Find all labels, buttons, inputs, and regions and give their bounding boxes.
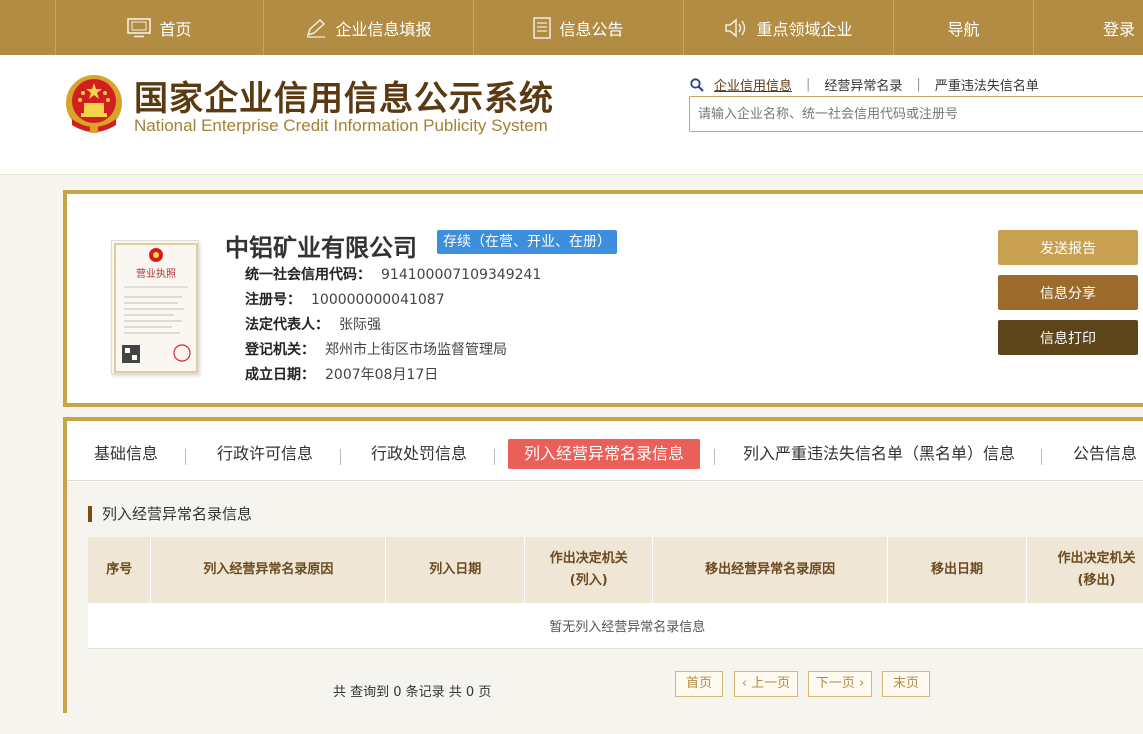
pager-next-label: 下一页 bbox=[815, 676, 855, 691]
nav-label-notice: 信息公告 bbox=[559, 19, 624, 39]
field-label: 成立日期： bbox=[245, 367, 315, 383]
abnormal-list-table: 序号 列入经营异常名录原因 列入日期 作出决定机关 (列入) 移出经营异常名录原… bbox=[88, 537, 1143, 649]
nav-item-report[interactable]: 企业信息填报 bbox=[264, 0, 474, 55]
field-value: 张际强 bbox=[339, 317, 381, 333]
nav-spacer bbox=[0, 0, 56, 55]
tab-bar: 基础信息 行政许可信息 行政处罚信息 列入经营异常名录信息 列入严重违法失信名单… bbox=[67, 421, 1143, 481]
nav-item-key-sectors[interactable]: 重点领域企业 bbox=[684, 0, 894, 55]
license-title: 营业执照 bbox=[136, 267, 176, 280]
field-label: 法定代表人： bbox=[245, 317, 329, 333]
field-value: 郑州市上街区市场监督管理局 bbox=[325, 342, 507, 358]
nav-label-report: 企业信息填报 bbox=[335, 19, 432, 39]
top-nav: 首页 企业信息填报 信息公告 重点领域企业 导航 登录 注 bbox=[0, 0, 1143, 55]
send-report-button[interactable]: 发送报告 bbox=[998, 230, 1138, 265]
column-header: 序号 bbox=[88, 537, 152, 603]
info-row-authority: 登记机关： 郑州市上街区市场监督管理局 bbox=[245, 339, 507, 359]
site-title-cn: 国家企业信用信息公示系统 bbox=[134, 79, 554, 119]
column-header: 移出经营异常名录原因 bbox=[652, 537, 889, 603]
speaker-icon bbox=[724, 17, 748, 38]
field-label: 登记机关： bbox=[245, 342, 315, 358]
info-row-established: 成立日期： 2007年08月17日 bbox=[245, 364, 438, 384]
tab-admin-license[interactable]: 行政许可信息 bbox=[217, 439, 313, 469]
nav-item-home[interactable]: 首页 bbox=[56, 0, 264, 55]
tab-divider bbox=[185, 449, 186, 465]
nav-item-notice[interactable]: 信息公告 bbox=[474, 0, 684, 55]
column-header: 作出决定机关 (列入) bbox=[524, 537, 654, 603]
search-icon bbox=[690, 77, 704, 92]
nav-label-login: 登录 bbox=[1102, 19, 1135, 39]
divider: | bbox=[916, 77, 921, 92]
tab-divider bbox=[1041, 449, 1042, 465]
tab-blacklist[interactable]: 列入严重违法失信名单（黑名单）信息 bbox=[743, 439, 1015, 469]
license-image-icon: 营业执照 bbox=[114, 243, 198, 373]
tab-divider bbox=[714, 449, 715, 465]
nav-label-navigation: 导航 bbox=[947, 19, 980, 39]
table-row: 暂无列入经营异常名录信息 bbox=[88, 603, 1143, 649]
business-license-thumbnail[interactable]: 营业执照 bbox=[111, 240, 199, 374]
status-badge: 存续（在营、开业、在册） bbox=[437, 230, 617, 254]
tab-announcements[interactable]: 公告信息 bbox=[1073, 439, 1137, 469]
field-label: 注册号： bbox=[245, 292, 301, 308]
field-value: 2007年08月17日 bbox=[325, 367, 439, 383]
company-name: 中铝矿业有限公司 bbox=[225, 234, 417, 262]
pager-summary: 共 查询到 0 条记录 共 0 页 bbox=[333, 685, 492, 700]
national-emblem-icon bbox=[66, 75, 122, 133]
search-tabs: 企业信用信息 | 经营异常名录 | 严重违法失信名单 bbox=[690, 75, 1039, 94]
tab-abnormal-list[interactable]: 列入经营异常名录信息 bbox=[508, 439, 701, 469]
field-label: 统一社会信用代码： bbox=[245, 267, 371, 283]
tab-divider bbox=[494, 449, 495, 465]
column-header: 移出日期 bbox=[887, 537, 1027, 603]
chevron-right-icon: › bbox=[854, 676, 865, 691]
search-tab-abnormal-list[interactable]: 经营异常名录 bbox=[824, 75, 902, 94]
search-tab-blacklist[interactable]: 严重违法失信名单 bbox=[935, 75, 1039, 94]
document-icon bbox=[533, 16, 552, 39]
print-info-button[interactable]: 信息打印 bbox=[998, 320, 1138, 355]
tab-basic-info[interactable]: 基础信息 bbox=[94, 439, 158, 469]
info-row-reg-no: 注册号： 100000000041087 bbox=[245, 289, 445, 309]
pager-next-button[interactable]: 下一页 › bbox=[808, 671, 872, 697]
pen-icon bbox=[305, 18, 327, 38]
tab-divider bbox=[340, 449, 341, 465]
search-tab-credit-info[interactable]: 企业信用信息 bbox=[714, 75, 792, 94]
pager-first-button[interactable]: 首页 bbox=[675, 671, 723, 697]
site-title-en: National Enterprise Credit Information P… bbox=[134, 116, 548, 135]
nav-label-home: 首页 bbox=[159, 19, 192, 39]
nav-item-navigation[interactable]: 导航 bbox=[894, 0, 1034, 55]
column-header: 列入日期 bbox=[385, 537, 526, 603]
divider: | bbox=[806, 77, 811, 92]
column-header: 作出决定机关 (移出) bbox=[1026, 537, 1143, 603]
nav-label-key-sectors: 重点领域企业 bbox=[756, 19, 853, 39]
field-value: 100000000041087 bbox=[311, 292, 445, 308]
search-input[interactable] bbox=[689, 96, 1143, 132]
tab-admin-penalty[interactable]: 行政处罚信息 bbox=[371, 439, 467, 469]
chevron-left-icon: ‹ bbox=[741, 676, 752, 691]
field-value: 914100007109349241 bbox=[381, 267, 542, 283]
info-row-credit-code: 统一社会信用代码： 914100007109349241 bbox=[245, 264, 541, 284]
empty-table-message: 暂无列入经营异常名录信息 bbox=[88, 603, 1143, 649]
share-info-button[interactable]: 信息分享 bbox=[998, 275, 1138, 310]
monitor-icon bbox=[127, 17, 152, 38]
company-card: 营业执照 中铝矿业有限公司 存续（在营、开业、在册） 统一社会信用代码： 9141… bbox=[63, 190, 1143, 407]
table-header-row: 序号 列入经营异常名录原因 列入日期 作出决定机关 (列入) 移出经营异常名录原… bbox=[88, 537, 1143, 603]
column-header: 列入经营异常名录原因 bbox=[150, 537, 387, 603]
info-panel: 基础信息 行政许可信息 行政处罚信息 列入经营异常名录信息 列入严重违法失信名单… bbox=[63, 417, 1143, 713]
pager-last-button[interactable]: 末页 bbox=[882, 671, 930, 697]
pager-prev-label: 上一页 bbox=[751, 676, 791, 691]
site-header: 国家企业信用信息公示系统 National Enterprise Credit … bbox=[0, 55, 1143, 175]
section-title: 列入经营异常名录信息 bbox=[88, 506, 252, 522]
nav-item-login[interactable]: 登录 bbox=[1034, 0, 1143, 55]
abnormal-list-section: 列入经营异常名录信息 序号 列入经营异常名录原因 列入日期 作出决定机关 (列入… bbox=[67, 482, 1143, 713]
info-row-legal-rep: 法定代表人： 张际强 bbox=[245, 314, 381, 334]
pager-prev-button[interactable]: ‹ 上一页 bbox=[734, 671, 798, 697]
